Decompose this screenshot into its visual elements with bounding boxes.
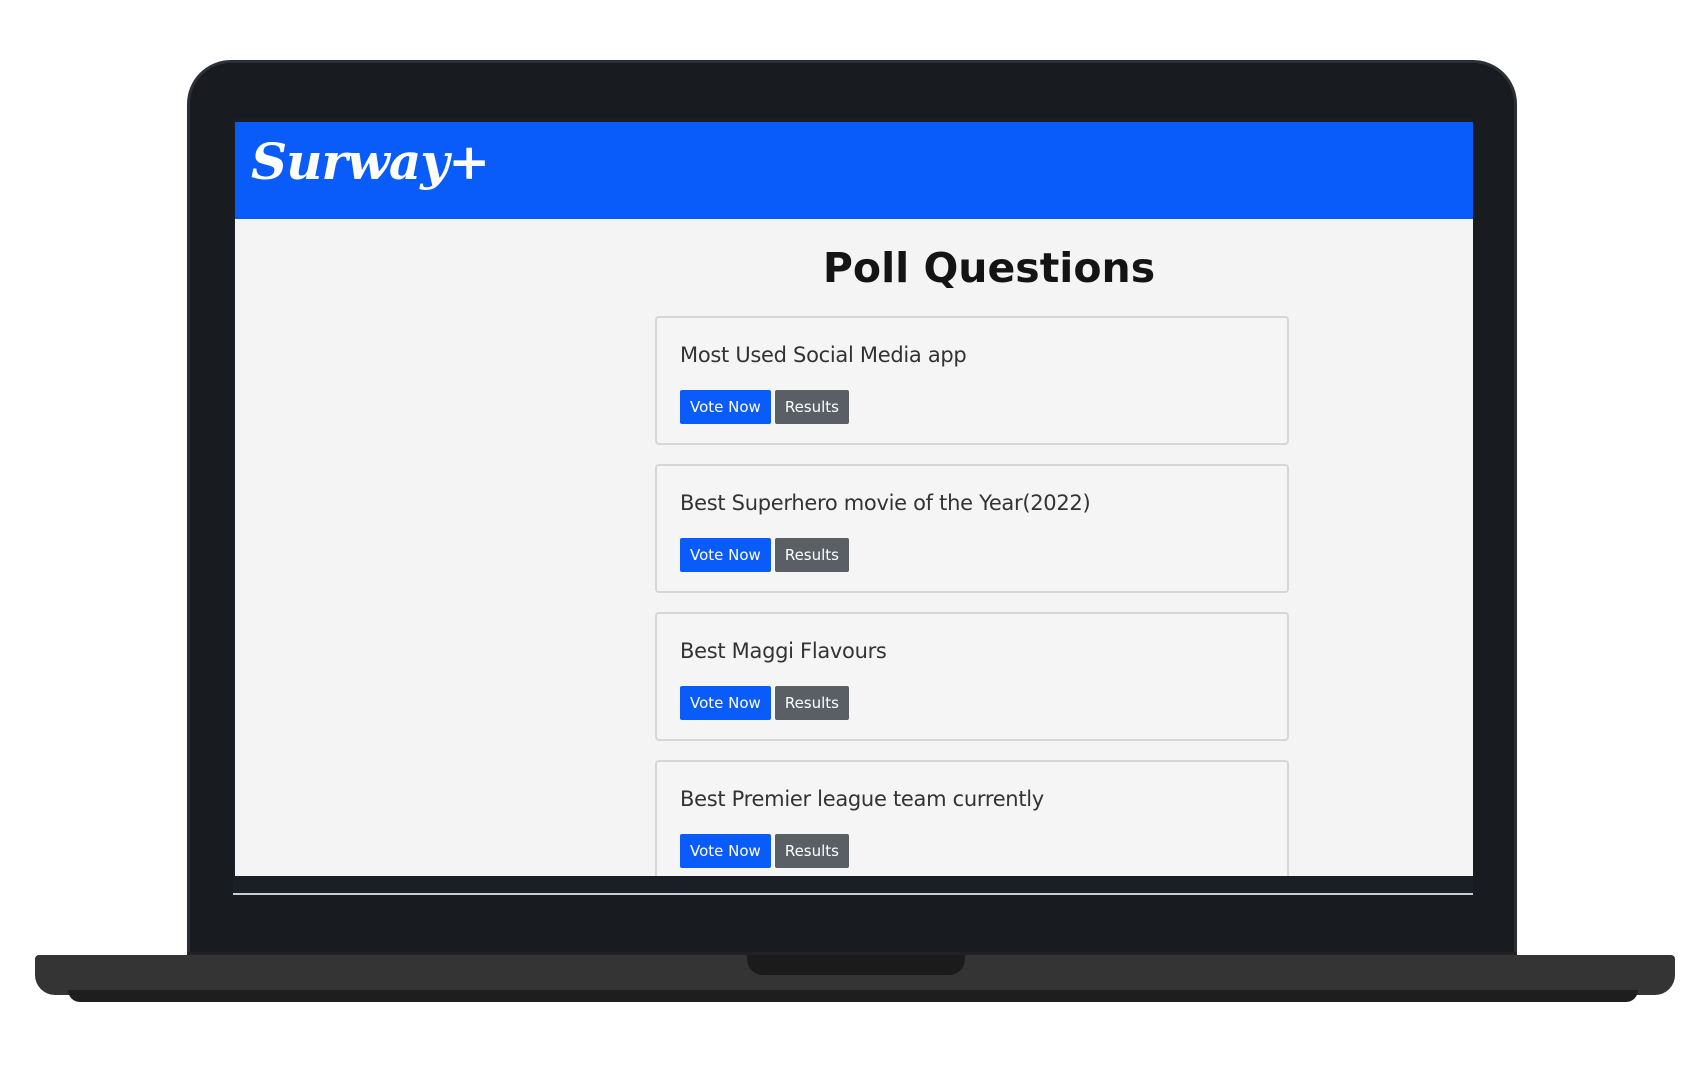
poll-actions: Vote Now Results [680, 538, 849, 572]
poll-question: Best Premier league team currently [680, 787, 1044, 811]
vote-now-button[interactable]: Vote Now [680, 538, 771, 572]
poll-actions: Vote Now Results [680, 390, 849, 424]
navbar: Surway+ [235, 122, 1473, 219]
poll-list: Most Used Social Media app Vote Now Resu… [655, 316, 1289, 876]
poll-question: Most Used Social Media app [680, 343, 967, 367]
web-page: Surway+ Poll Questions Most Used Social … [235, 122, 1473, 876]
poll-card: Best Premier league team currently Vote … [655, 760, 1289, 876]
brand-logo[interactable]: Surway+ [251, 132, 490, 192]
results-button[interactable]: Results [774, 686, 849, 720]
vote-now-button[interactable]: Vote Now [680, 390, 771, 424]
laptop-base-lip [68, 990, 1638, 1002]
poll-card: Best Superhero movie of the Year(2022) V… [655, 464, 1289, 593]
poll-question: Best Superhero movie of the Year(2022) [680, 491, 1091, 515]
laptop-mockup: Surway+ Poll Questions Most Used Social … [0, 0, 1700, 1080]
results-button[interactable]: Results [774, 538, 849, 572]
poll-actions: Vote Now Results [680, 686, 849, 720]
laptop-screen: Surway+ Poll Questions Most Used Social … [233, 118, 1473, 895]
results-button[interactable]: Results [774, 390, 849, 424]
poll-actions: Vote Now Results [680, 834, 849, 868]
poll-question: Best Maggi Flavours [680, 639, 887, 663]
poll-card: Most Used Social Media app Vote Now Resu… [655, 316, 1289, 445]
results-button[interactable]: Results [774, 834, 849, 868]
trackpad-notch [747, 955, 965, 975]
vote-now-button[interactable]: Vote Now [680, 686, 771, 720]
vote-now-button[interactable]: Vote Now [680, 834, 771, 868]
page-title: Poll Questions [822, 244, 1156, 292]
poll-card: Best Maggi Flavours Vote Now Results [655, 612, 1289, 741]
